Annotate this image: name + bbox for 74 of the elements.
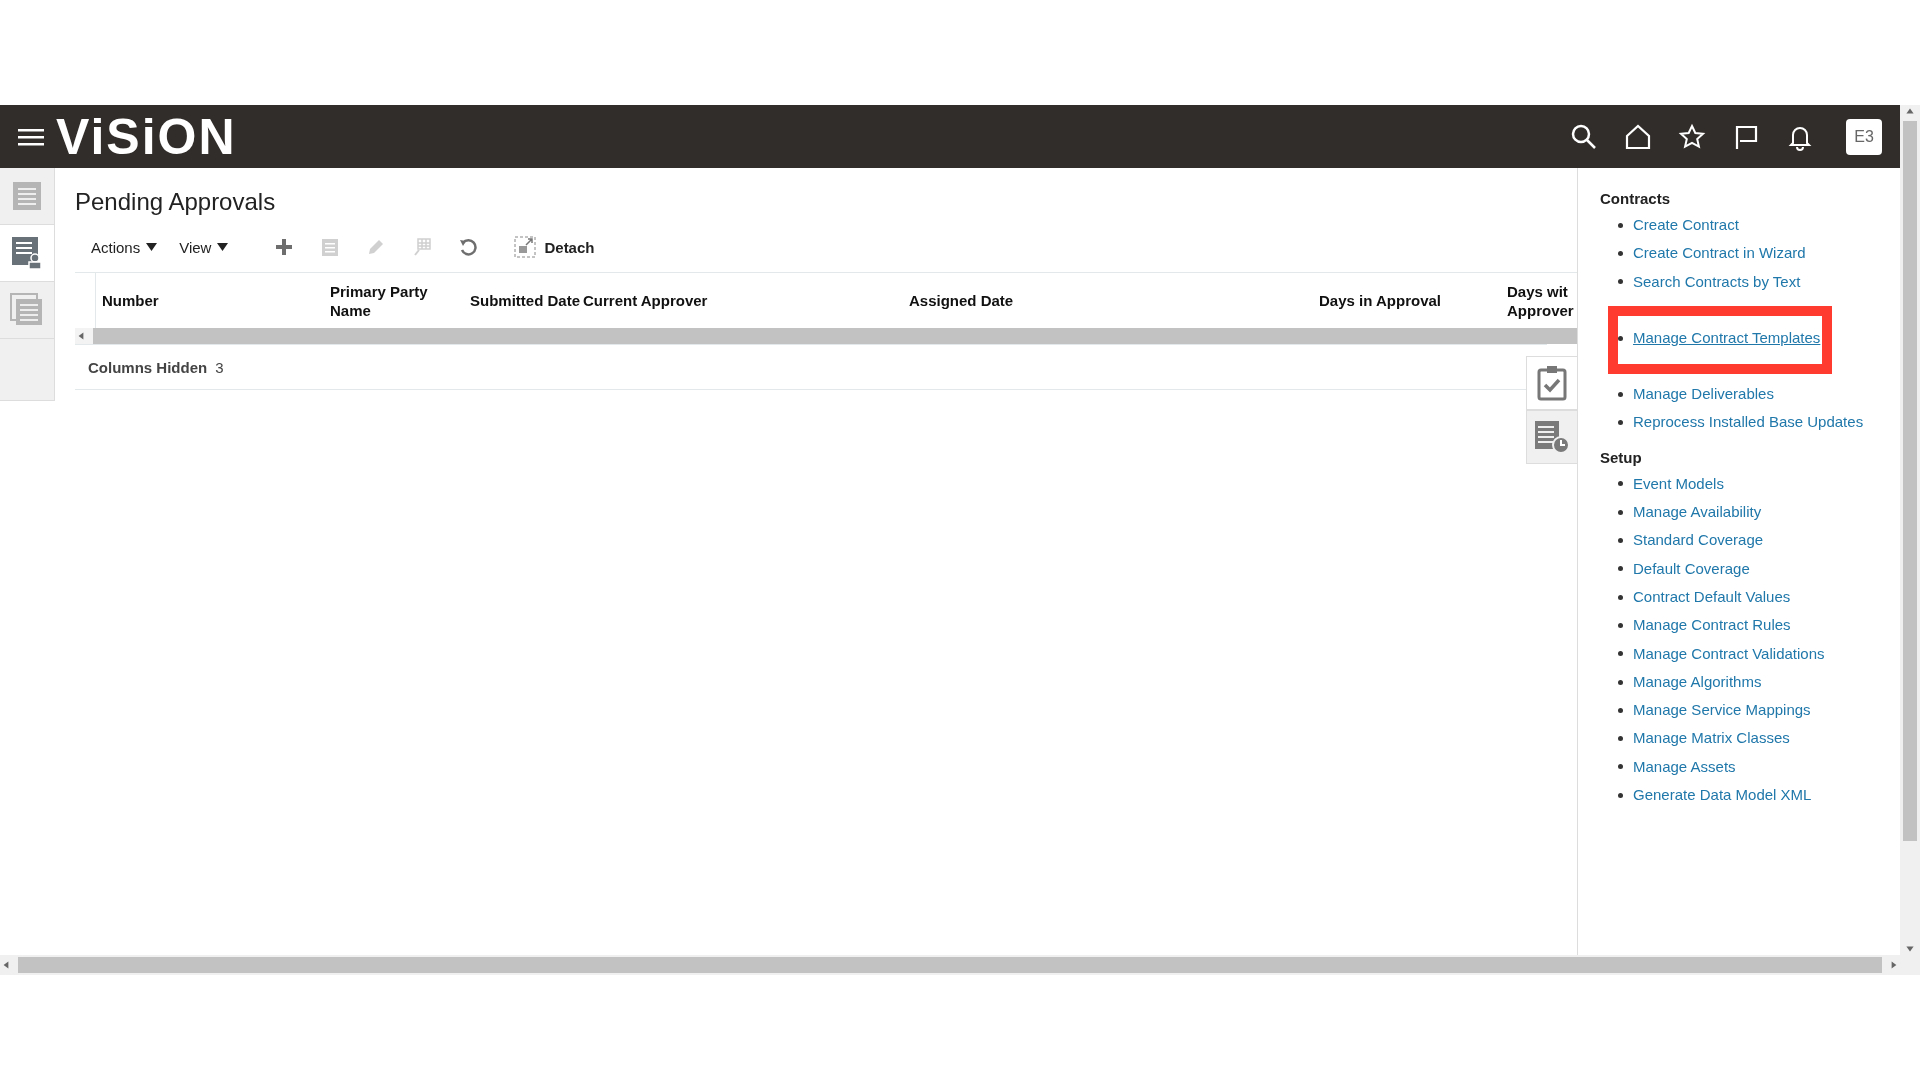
- task-link[interactable]: Create Contract in Wizard: [1633, 239, 1806, 268]
- bullet-icon: [1618, 538, 1623, 543]
- task-link[interactable]: Generate Data Model XML: [1633, 781, 1812, 810]
- bullet-icon: [1618, 222, 1623, 228]
- task-link[interactable]: Manage Contract Validations: [1633, 639, 1825, 668]
- page-title: Pending Approvals: [75, 188, 277, 216]
- task-link[interactable]: Contract Default Values: [1633, 582, 1791, 612]
- columns-hidden-count: 3: [215, 358, 224, 376]
- task-link[interactable]: Manage Contract Templates: [1633, 323, 1821, 353]
- column-header[interactable]: Number: [96, 291, 330, 310]
- add-icon: [274, 237, 295, 257]
- detach-button[interactable]: Detach: [508, 235, 601, 259]
- bullet-icon: [1618, 679, 1623, 685]
- column-header[interactable]: Assigned Date: [909, 291, 1319, 310]
- task-link[interactable]: Manage Matrix Classes: [1633, 724, 1790, 753]
- side-tab[interactable]: [0, 225, 54, 282]
- section-title: Contracts: [1600, 190, 1671, 207]
- refresh-icon: [458, 237, 479, 257]
- bullet-icon: [1618, 335, 1623, 341]
- documents-icon: [10, 293, 44, 327]
- user-avatar[interactable]: E3: [1846, 118, 1882, 155]
- list-icon: [11, 180, 43, 212]
- column-header[interactable]: Current Approver: [583, 291, 909, 310]
- task-link[interactable]: Standard Coverage: [1633, 526, 1764, 555]
- column-header[interactable]: Primary Party Name: [330, 281, 470, 320]
- task-link[interactable]: Manage Algorithms: [1633, 667, 1762, 697]
- bullet-icon: [1618, 594, 1623, 600]
- side-tab[interactable]: [1526, 356, 1577, 410]
- vertical-scrollbar[interactable]: [1900, 105, 1920, 955]
- bullet-icon: [1618, 736, 1623, 742]
- bullet-icon: [1618, 420, 1623, 426]
- bullet-icon: [1618, 792, 1623, 798]
- task-link[interactable]: Default Coverage: [1633, 554, 1750, 583]
- caret-icon: [146, 243, 158, 251]
- bullet-icon: [1618, 391, 1623, 397]
- document-user-icon: [11, 236, 43, 270]
- task-link[interactable]: Manage Assets: [1633, 752, 1736, 782]
- star-icon[interactable]: [1678, 122, 1706, 151]
- bullet-icon: [1618, 622, 1623, 628]
- task-link[interactable]: Reprocess Installed Base Updates: [1633, 408, 1864, 437]
- column-header[interactable]: Days wit Approver: [1507, 281, 1577, 320]
- bullet-icon: [1618, 707, 1623, 713]
- task-link[interactable]: Create Contract: [1633, 211, 1739, 240]
- menu-button[interactable]: Actions: [87, 238, 162, 256]
- bullet-icon: [1618, 566, 1623, 572]
- bullet-icon: [1618, 764, 1623, 770]
- task-link[interactable]: Search Contracts by Text: [1633, 267, 1801, 296]
- clipboard-check-icon: [1537, 365, 1567, 401]
- bullet-icon: [1618, 651, 1623, 657]
- column-header[interactable]: Days in Approval: [1319, 291, 1507, 310]
- bullet-icon: [1618, 279, 1623, 285]
- bullet-icon: [1618, 509, 1623, 515]
- side-tab[interactable]: [1526, 410, 1577, 464]
- bullet-icon: [1618, 250, 1623, 256]
- bullet-icon: [1618, 481, 1623, 487]
- horizontal-scrollbar[interactable]: [0, 955, 1920, 975]
- column-header[interactable]: Submitted Date: [470, 291, 583, 310]
- logo[interactable]: ViSiON: [56, 111, 237, 162]
- document-clock-icon: [1534, 420, 1570, 454]
- task-link[interactable]: Manage Contract Rules: [1633, 611, 1791, 640]
- search-icon[interactable]: [1570, 122, 1598, 151]
- caret-icon: [217, 243, 229, 251]
- columns-hidden-label: Columns Hidden: [88, 358, 208, 376]
- menu-button[interactable]: View: [175, 238, 233, 256]
- task-link[interactable]: Manage Service Mappings: [1633, 696, 1811, 725]
- table-icon: [412, 237, 433, 257]
- section-title: Setup: [1600, 448, 1643, 466]
- task-link[interactable]: Manage Availability: [1633, 498, 1762, 527]
- task-link[interactable]: Event Models: [1633, 469, 1724, 499]
- task-link[interactable]: Manage Deliverables: [1633, 380, 1774, 409]
- detach-icon: [514, 236, 537, 258]
- copy-icon: [320, 237, 341, 257]
- table-scrollbar[interactable]: [75, 328, 1577, 344]
- home-icon[interactable]: [1624, 122, 1652, 151]
